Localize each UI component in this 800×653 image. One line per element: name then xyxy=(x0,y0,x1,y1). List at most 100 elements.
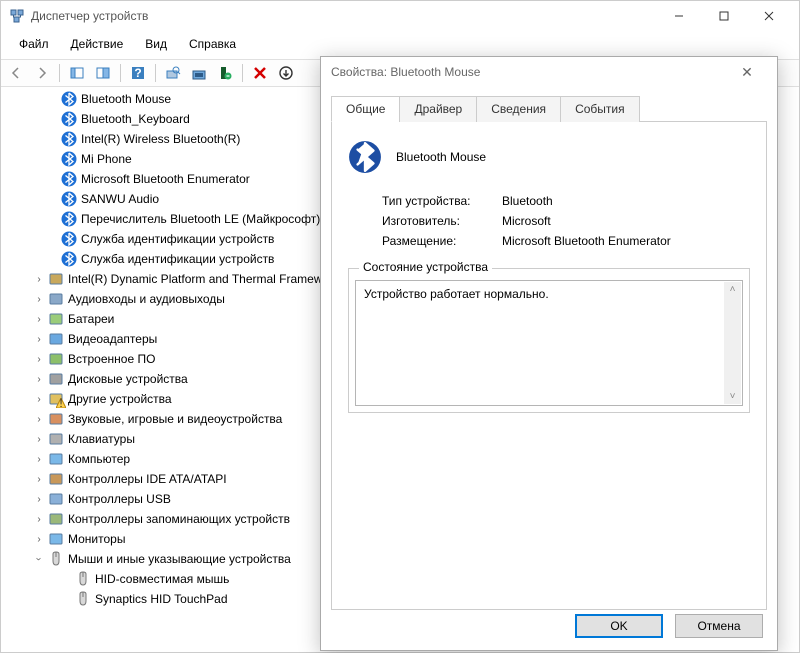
svg-text:!: ! xyxy=(59,398,62,408)
expand-icon[interactable]: › xyxy=(32,352,46,366)
device-status-group: Состояние устройства Устройство работает… xyxy=(348,268,750,413)
bluetooth-icon xyxy=(61,111,77,127)
properties-toolbar-button[interactable] xyxy=(92,62,114,84)
scan-hardware-button[interactable] xyxy=(162,62,184,84)
category-icon xyxy=(48,451,64,467)
dm-title: Диспетчер устройств xyxy=(31,9,148,23)
expand-icon[interactable]: › xyxy=(32,272,46,286)
bluetooth-icon xyxy=(61,151,77,167)
tab-events[interactable]: События xyxy=(560,96,640,122)
props-titlebar[interactable]: Свойства: Bluetooth Mouse ✕ xyxy=(321,57,777,87)
device-status-text[interactable]: Устройство работает нормально. ˄ ˅ xyxy=(355,280,743,406)
tree-item-label: Звуковые, игровые и видеоустройства xyxy=(68,412,282,426)
tree-item-label: Другие устройства xyxy=(68,392,172,406)
help-toolbar-button[interactable]: ? xyxy=(127,62,149,84)
expand-icon[interactable]: › xyxy=(32,392,46,406)
uninstall-device-button[interactable] xyxy=(214,62,236,84)
tree-item-label: Видеоадаптеры xyxy=(68,332,157,346)
expand-icon[interactable]: › xyxy=(32,412,46,426)
tab-details[interactable]: Сведения xyxy=(476,96,561,122)
disable-device-button[interactable] xyxy=(249,62,271,84)
properties-dialog: Свойства: Bluetooth Mouse ✕ Общие Драйве… xyxy=(320,56,778,651)
bluetooth-icon xyxy=(61,231,77,247)
mouse-icon xyxy=(75,571,91,587)
nav-forward-button[interactable] xyxy=(31,62,53,84)
expand-icon[interactable]: › xyxy=(32,452,46,466)
category-icon xyxy=(48,431,64,447)
tree-item-label: Контроллеры IDE ATA/ATAPI xyxy=(68,472,227,486)
expand-icon[interactable]: › xyxy=(32,312,46,326)
tree-item-label: Мониторы xyxy=(68,532,125,546)
category-icon xyxy=(48,351,64,367)
tree-item-label: SANWU Audio xyxy=(81,192,159,206)
tree-item-label: Mi Phone xyxy=(81,152,132,166)
category-icon xyxy=(48,531,64,547)
dm-menubar: Файл Действие Вид Справка xyxy=(1,31,799,59)
tree-item-label: Intel(R) Wireless Bluetooth(R) xyxy=(81,132,240,146)
menu-help[interactable]: Справка xyxy=(179,33,246,55)
nav-back-button[interactable] xyxy=(5,62,27,84)
minimize-button[interactable] xyxy=(656,1,701,31)
bluetooth-icon xyxy=(61,191,77,207)
scroll-down-icon[interactable]: ˅ xyxy=(730,389,736,404)
category-icon xyxy=(48,331,64,347)
category-icon xyxy=(48,471,64,487)
tab-general[interactable]: Общие xyxy=(331,96,400,122)
category-icon xyxy=(48,491,64,507)
tree-item-label: Аудиовходы и аудиовыходы xyxy=(68,292,225,306)
expand-icon[interactable]: › xyxy=(32,512,46,526)
label-manufacturer: Изготовитель: xyxy=(382,214,502,228)
tree-item-label: Батареи xyxy=(68,312,114,326)
expand-icon[interactable]: › xyxy=(32,372,46,386)
expand-icon[interactable]: › xyxy=(32,532,46,546)
tab-strip: Общие Драйвер Сведения События xyxy=(331,95,767,122)
enable-device-button[interactable] xyxy=(275,62,297,84)
svg-text:?: ? xyxy=(134,66,141,80)
tree-item-label: Дисковые устройства xyxy=(68,372,188,386)
category-icon xyxy=(48,311,64,327)
category-icon xyxy=(48,371,64,387)
menu-file[interactable]: Файл xyxy=(9,33,59,55)
cancel-button[interactable]: Отмена xyxy=(675,614,763,638)
dm-titlebar[interactable]: Диспетчер устройств xyxy=(1,1,799,31)
bluetooth-icon xyxy=(61,171,77,187)
scroll-up-icon[interactable]: ˄ xyxy=(730,282,736,297)
warning-icon: ! xyxy=(56,398,66,408)
menu-action[interactable]: Действие xyxy=(61,33,134,55)
bluetooth-icon xyxy=(61,91,77,107)
mouse-icon xyxy=(48,551,64,567)
expand-icon[interactable]: › xyxy=(32,492,46,506)
update-driver-button[interactable] xyxy=(188,62,210,84)
maximize-button[interactable] xyxy=(701,1,746,31)
tree-item-label: Мыши и иные указывающие устройства xyxy=(68,552,291,566)
expand-icon[interactable]: › xyxy=(32,432,46,446)
tree-item-label: Служба идентификации устройств xyxy=(81,232,274,246)
bluetooth-icon xyxy=(61,251,77,267)
tree-item-label: Клавиатуры xyxy=(68,432,135,446)
value-location: Microsoft Bluetooth Enumerator xyxy=(502,234,671,248)
status-scrollbar[interactable]: ˄ ˅ xyxy=(724,282,741,404)
bluetooth-icon xyxy=(348,140,382,174)
value-manufacturer: Microsoft xyxy=(502,214,551,228)
close-button[interactable] xyxy=(746,1,791,31)
ok-button[interactable]: OK xyxy=(575,614,663,638)
category-icon xyxy=(48,291,64,307)
menu-view[interactable]: Вид xyxy=(135,33,177,55)
expand-icon[interactable]: › xyxy=(32,472,46,486)
tree-item-label: Встроенное ПО xyxy=(68,352,155,366)
bluetooth-icon xyxy=(61,211,77,227)
tree-item-label: Intel(R) Dynamic Platform and Thermal Fr… xyxy=(68,272,339,286)
collapse-icon[interactable]: › xyxy=(32,552,46,566)
tab-driver[interactable]: Драйвер xyxy=(399,96,477,122)
tree-item-label: Перечислитель Bluetooth LE (Майкрософт) xyxy=(81,212,320,226)
tree-item-label: Bluetooth_Keyboard xyxy=(81,112,190,126)
category-icon xyxy=(48,271,64,287)
tree-item-label: HID-совместимая мышь xyxy=(95,572,229,586)
expand-icon[interactable]: › xyxy=(32,292,46,306)
show-hide-tree-button[interactable] xyxy=(66,62,88,84)
tab-panel-general: Bluetooth Mouse Тип устройства:Bluetooth… xyxy=(331,122,767,610)
bluetooth-icon xyxy=(61,131,77,147)
label-location: Размещение: xyxy=(382,234,502,248)
expand-icon[interactable]: › xyxy=(32,332,46,346)
props-close-button[interactable]: ✕ xyxy=(727,58,767,86)
